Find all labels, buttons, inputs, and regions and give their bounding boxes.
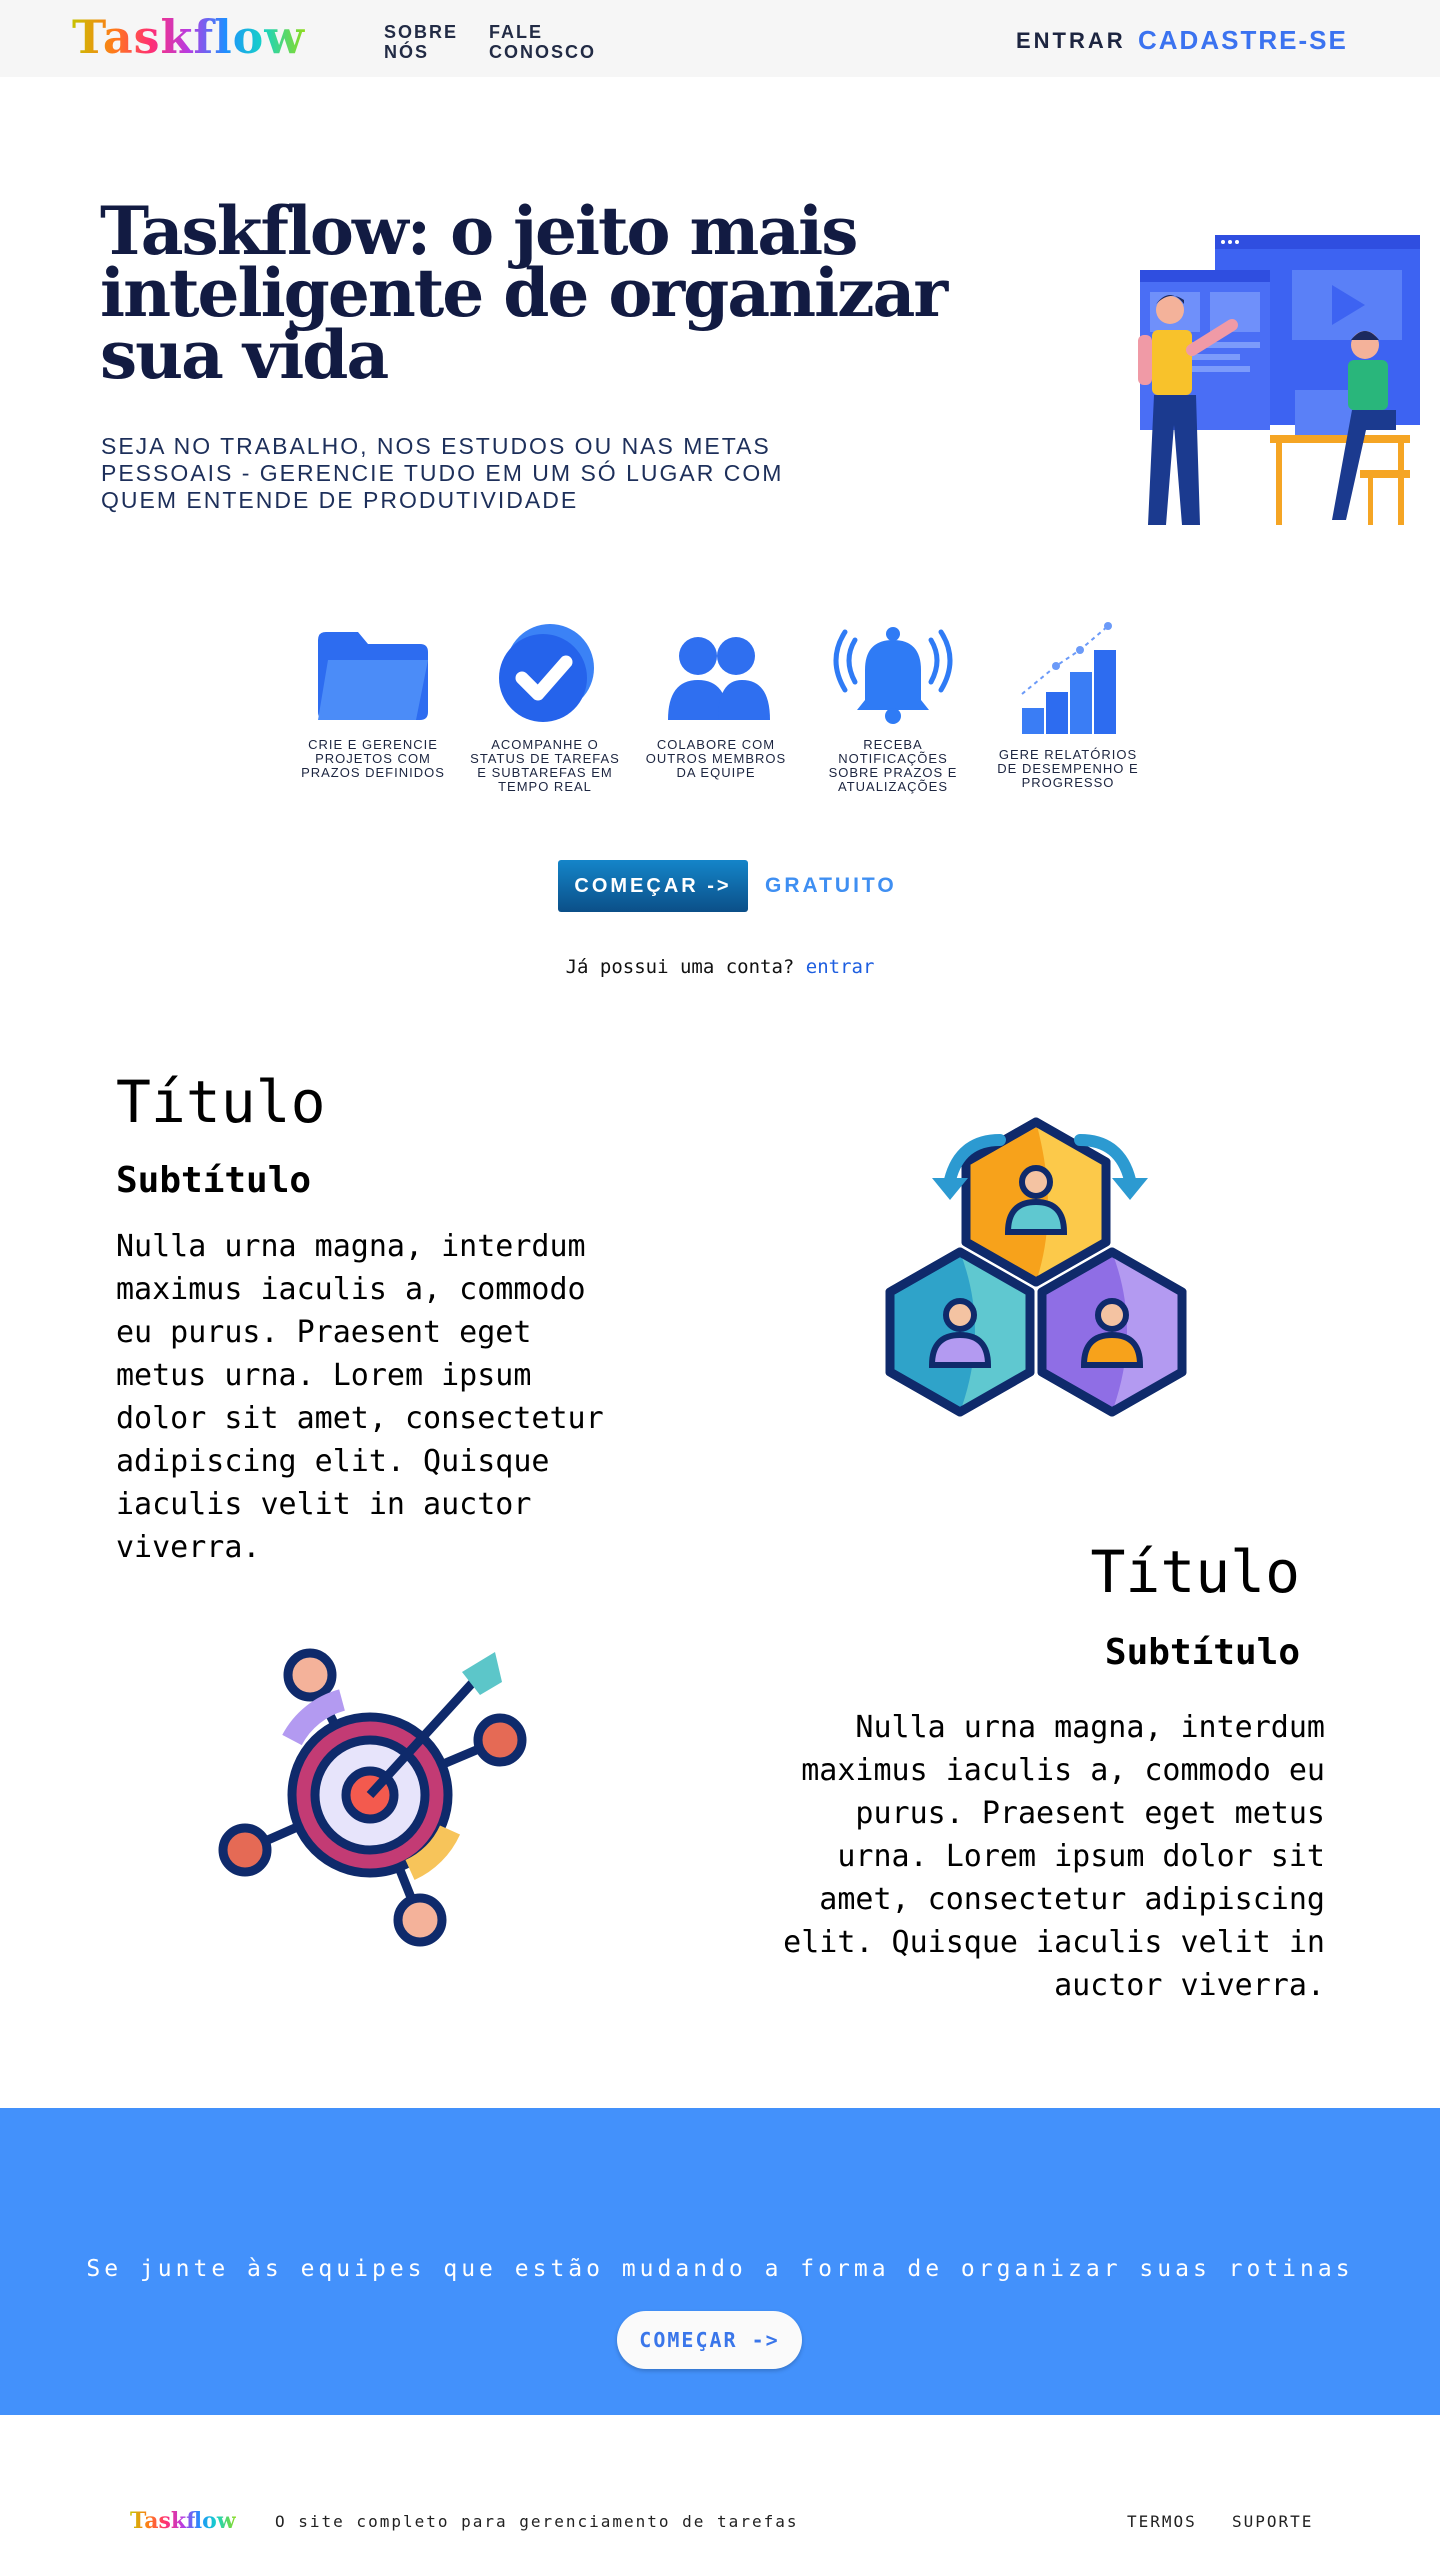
users-icon <box>668 637 770 720</box>
feature-status: ACOMPANHE O STATUS DE TAREFAS E SUBTAREF… <box>470 620 620 794</box>
nav-contact-link[interactable]: FALE CONOSCO <box>489 22 596 62</box>
banner-start-button[interactable]: COMEÇAR -> <box>617 2311 802 2369</box>
top-navbar: Taskflow SOBRE NÓS FALE CONOSCO ENTRAR C… <box>0 0 1440 77</box>
nav-signup-link[interactable]: CADASTRE-SE <box>1138 25 1348 56</box>
feature-label: COLABORE COM OUTROS MEMBROS DA EQUIPE <box>645 737 787 780</box>
have-account-text: Já possui uma conta? <box>565 956 795 978</box>
footer-logo[interactable]: Taskflow <box>130 2508 236 2534</box>
section1-title: Título <box>116 1068 326 1136</box>
feature-label: GERE RELATÓRIOS DE DESEMPENHO E PROGRESS… <box>997 747 1139 790</box>
join-banner: Se junte às equipes que estão mudando a … <box>0 2108 1440 2415</box>
nav-login-link[interactable]: ENTRAR <box>1016 28 1126 54</box>
hero-title: Taskflow: o jeito mais inteligente de or… <box>100 192 948 394</box>
team-hexagons-illustration <box>885 1117 1187 1417</box>
team-presentation-illustration <box>1138 235 1420 525</box>
footer-support-link[interactable]: SUPORTE <box>1232 2512 1313 2531</box>
feature-projects: CRIE E GERENCIE PROJETOS COM PRAZOS DEFI… <box>298 620 448 780</box>
feature-notifications: RECEBA NOTIFICAÇÕES SOBRE PRAZOS E ATUAL… <box>818 620 968 794</box>
footer-tagline: O site completo para gerenciamento de ta… <box>275 2512 799 2531</box>
section2-title: Título <box>1090 1538 1300 1606</box>
feature-label: ACOMPANHE O STATUS DE TAREFAS E SUBTAREF… <box>470 737 620 794</box>
hero-subtitle: SEJA NO TRABALHO, NOS ESTUDOS OU NAS MET… <box>101 433 784 513</box>
bar-chart-icon <box>1021 622 1116 734</box>
banner-text: Se junte às equipes que estão mudando a … <box>86 2256 1354 2282</box>
section1-body: Nulla urna magna, interdum maximus iacul… <box>116 1229 604 1565</box>
feature-reports: GERE RELATÓRIOS DE DESEMPENHO E PROGRESS… <box>993 620 1143 790</box>
nav-about-link[interactable]: SOBRE NÓS <box>384 22 458 62</box>
section2-body: Nulla urna magna, interdum maximus iacul… <box>783 1710 1325 2003</box>
login-prompt: Já possui uma conta? entrar <box>0 956 1440 978</box>
bell-icon <box>833 627 953 724</box>
section2-subtitle: Subtítulo <box>1104 1632 1300 1673</box>
section1-subtitle: Subtítulo <box>116 1160 312 1201</box>
feature-label: CRIE E GERENCIE PROJETOS COM PRAZOS DEFI… <box>301 737 445 780</box>
feature-label: RECEBA NOTIFICAÇÕES SOBRE PRAZOS E ATUAL… <box>828 737 958 794</box>
free-label[interactable]: GRATUITO <box>765 874 897 898</box>
target-arrow-illustration <box>218 1648 527 1947</box>
check-circle-icon <box>499 624 594 722</box>
start-free-button[interactable]: COMEÇAR -> <box>558 860 748 912</box>
footer-terms-link[interactable]: TERMOS <box>1127 2512 1197 2531</box>
taskflow-logo[interactable]: Taskflow <box>72 10 305 64</box>
folder-icon <box>318 632 428 720</box>
login-link[interactable]: entrar <box>806 956 875 978</box>
feature-collaborate: COLABORE COM OUTROS MEMBROS DA EQUIPE <box>641 620 791 780</box>
